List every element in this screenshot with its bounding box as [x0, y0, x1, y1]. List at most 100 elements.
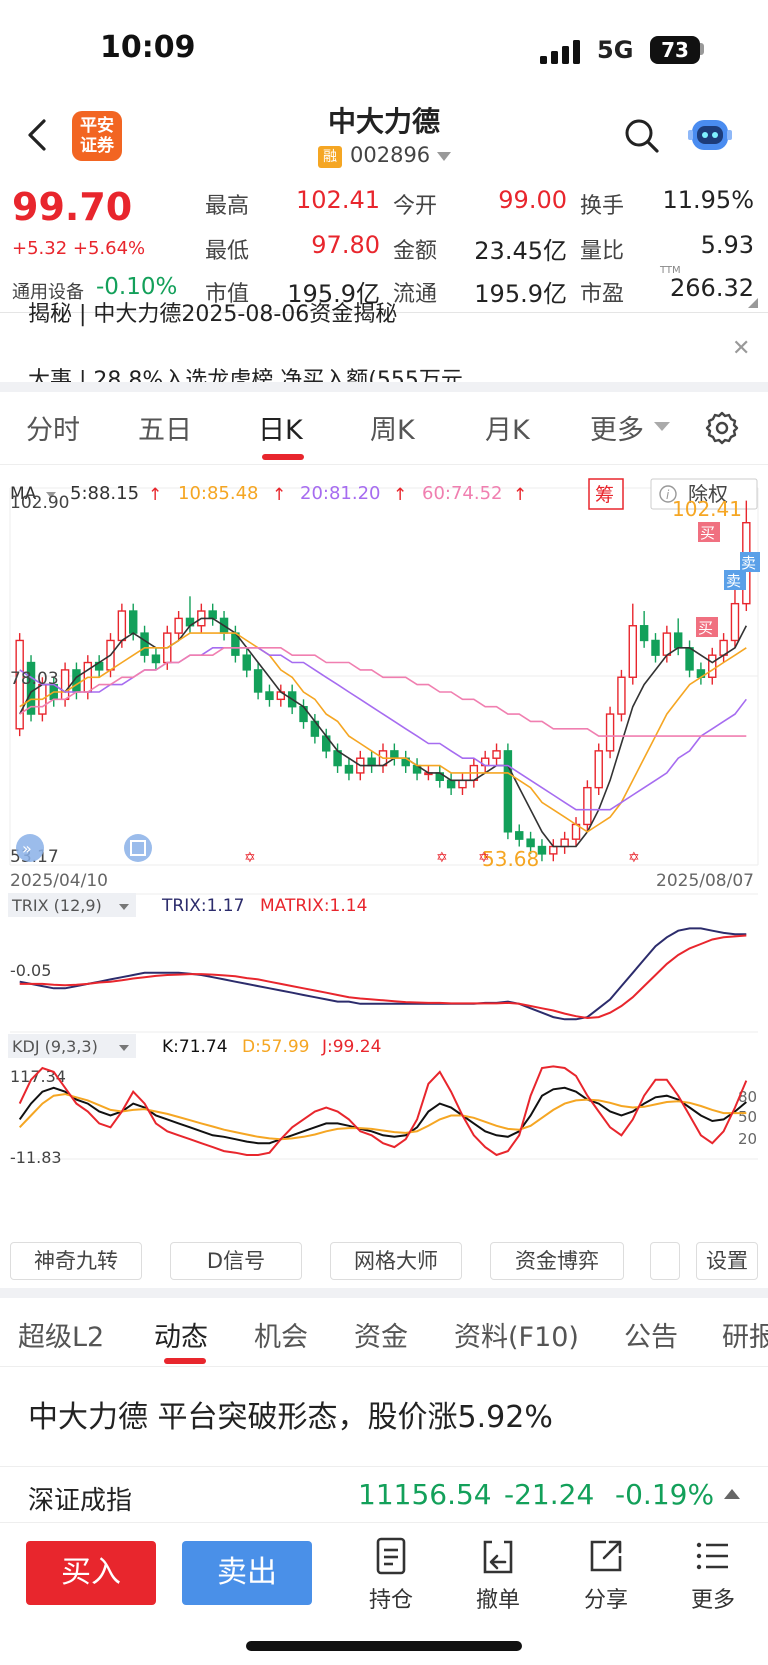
- high-price-marker: 102.41: [672, 497, 742, 521]
- candle-body: [639, 625, 649, 642]
- tool-settings[interactable]: 设置: [696, 1242, 758, 1280]
- kdj-k-value: K:71.74: [162, 1037, 228, 1057]
- ma5-value: 5:88.15: [70, 483, 139, 504]
- battery-tip: [700, 43, 704, 55]
- candle-body: [662, 632, 672, 656]
- share-button[interactable]: 分享: [561, 1536, 651, 1614]
- sector-name[interactable]: 通用设备: [12, 278, 84, 304]
- up-arrow-icon: ↑: [513, 485, 527, 505]
- tab-more[interactable]: 更多: [590, 408, 644, 447]
- news-item[interactable]: 大事 | 28.8%入选龙虎榜 净买入额(555万元: [28, 368, 463, 382]
- candle-body: [344, 764, 354, 774]
- candle-body: [651, 639, 660, 656]
- price-axis-mid: 78.03: [10, 669, 59, 689]
- date-start: 2025/04/10: [10, 871, 108, 891]
- buy-button[interactable]: 买入: [26, 1541, 156, 1605]
- up-arrow-icon: ↑: [272, 485, 286, 505]
- kdj-level-20: 20: [738, 1130, 757, 1148]
- kdj-level-50: 50: [738, 1108, 757, 1126]
- signal-icon: [540, 40, 580, 64]
- candle-body: [628, 625, 638, 678]
- ma-line-ma60: [19, 647, 747, 737]
- date-end: 2025/08/07: [656, 871, 754, 891]
- tool-magic-nine[interactable]: 神奇九转: [10, 1242, 142, 1280]
- candle-body: [265, 691, 274, 701]
- more-label: 更多: [690, 1588, 735, 1613]
- tool-d-signal[interactable]: D信号: [170, 1242, 302, 1280]
- status-bar: 10:09 5G 73: [0, 0, 768, 100]
- tab-opportunity[interactable]: 机会: [254, 1315, 308, 1354]
- candle-body: [60, 669, 70, 701]
- ma60-value: 60:74.52: [422, 483, 503, 504]
- tab-super-l2[interactable]: 超级L2: [18, 1315, 104, 1354]
- share-icon: [590, 1540, 622, 1572]
- buy-signal-text: 买: [698, 619, 713, 637]
- home-indicator[interactable]: [246, 1641, 522, 1651]
- trix-line-trix: [19, 927, 747, 1021]
- tab-monthly-k[interactable]: 月K: [485, 408, 530, 447]
- candle-body: [253, 669, 263, 693]
- event-marker-icon[interactable]: ✡: [436, 850, 448, 866]
- chevron-down-icon[interactable]: [654, 420, 670, 432]
- tab-f10[interactable]: 资料(F10): [454, 1315, 579, 1354]
- tab-five-day[interactable]: 五日: [138, 408, 192, 447]
- status-time: 10:09: [100, 30, 196, 65]
- section-gap: [0, 382, 768, 392]
- trix-label: TRIX (12,9): [11, 896, 102, 915]
- index-name[interactable]: 深证成指: [28, 1480, 132, 1517]
- event-marker-icon[interactable]: ✡: [244, 850, 256, 866]
- search-icon[interactable]: [622, 116, 662, 156]
- document-icon: [376, 1537, 406, 1575]
- buy-signal-text: 买: [700, 524, 715, 542]
- kline-chart[interactable]: MA 5:88.15 ↑ 10:85.48 ↑ 20:81.20 ↑ 60:74…: [0, 464, 768, 1234]
- ma-line-ma20: [19, 647, 747, 811]
- tab-dynamics[interactable]: 动态: [154, 1315, 208, 1354]
- trix-value: TRIX:1.17: [161, 896, 244, 916]
- event-marker-icon[interactable]: ✡: [478, 850, 490, 866]
- tab-daily-k[interactable]: 日K: [258, 408, 303, 447]
- kdj-level-80: 80: [738, 1088, 757, 1106]
- candle-body: [503, 750, 513, 833]
- event-marker-icon[interactable]: ✡: [628, 850, 640, 866]
- tab-announcements[interactable]: 公告: [624, 1315, 678, 1354]
- chevron-down-icon[interactable]: [437, 152, 451, 161]
- corner-triangle-icon: [748, 298, 758, 308]
- candle-body: [560, 838, 569, 848]
- chevron-up-icon[interactable]: [724, 1489, 740, 1499]
- cancel-order-button[interactable]: 撤单: [453, 1536, 543, 1614]
- quote-value: 102.41: [296, 186, 380, 214]
- up-arrow-icon: ↑: [393, 485, 407, 505]
- robot-assistant-icon[interactable]: [688, 114, 732, 154]
- gear-icon[interactable]: [704, 410, 740, 446]
- fullscreen-icon[interactable]: [124, 834, 152, 862]
- tool-overflow[interactable]: [650, 1242, 680, 1280]
- tab-funds[interactable]: 资金: [354, 1315, 408, 1354]
- ma-line-ma5: [18, 617, 748, 848]
- candle-body: [151, 654, 161, 664]
- positions-label: 持仓: [368, 1588, 413, 1613]
- tab-intraday[interactable]: 分时: [26, 408, 80, 447]
- tool-grid-master[interactable]: 网格大师: [330, 1242, 462, 1280]
- sector-change[interactable]: -0.10%: [96, 274, 177, 300]
- candle-body: [208, 610, 217, 620]
- close-icon[interactable]: ✕: [732, 336, 750, 361]
- tool-fund-game[interactable]: 资金博弈: [490, 1242, 624, 1280]
- stock-code[interactable]: 002896: [350, 143, 430, 167]
- index-value: 11156.54: [358, 1478, 492, 1511]
- candle-body: [367, 757, 376, 767]
- sell-button[interactable]: 卖出: [182, 1541, 312, 1605]
- news-item[interactable]: 揭秘 | 中大力德2025-08-06资金揭秘: [28, 302, 397, 328]
- news-headline[interactable]: 中大力德 平台突破形态，股价涨5.92%: [28, 1392, 553, 1436]
- index-change: -21.24: [504, 1478, 595, 1511]
- quote-value: 97.80: [311, 231, 380, 259]
- candle-body: [605, 713, 615, 752]
- price-change: +5.32 +5.64%: [12, 238, 146, 259]
- kdj-lines: [18, 1065, 748, 1157]
- current-price: 99.70: [12, 185, 133, 229]
- positions-button[interactable]: 持仓: [346, 1536, 436, 1614]
- more-button[interactable]: 更多: [668, 1536, 758, 1614]
- tab-weekly-k[interactable]: 周K: [370, 408, 415, 447]
- candle-body: [549, 845, 558, 855]
- trix-lines: [19, 927, 747, 1021]
- tab-research[interactable]: 研报: [722, 1315, 768, 1354]
